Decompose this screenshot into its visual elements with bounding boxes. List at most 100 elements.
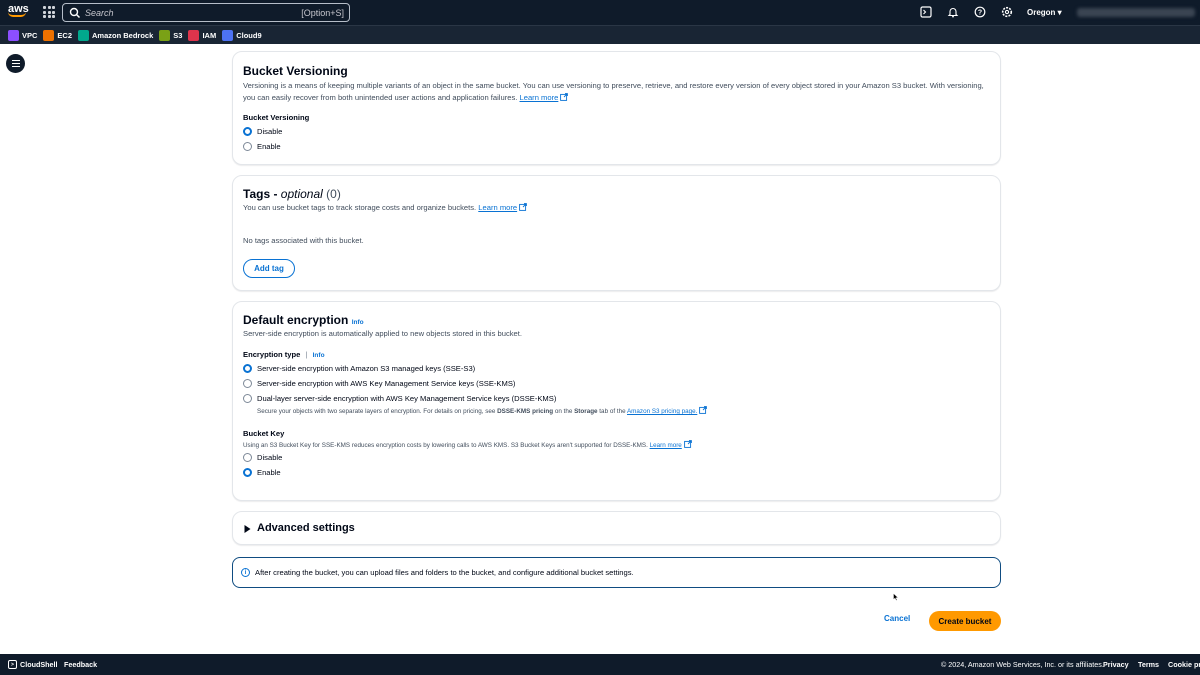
bucket-versioning-panel: Bucket Versioning Versioning is a means … (232, 51, 1001, 165)
desc-text: you can easily recover from both uninten… (243, 93, 518, 102)
radio-label: Dual-layer server-side encryption with A… (257, 394, 557, 403)
iam-icon (188, 29, 200, 41)
cloudshell-label: CloudShell (20, 660, 58, 669)
cloudshell-icon: > (8, 660, 17, 669)
bucket-key-label: Bucket Key (243, 429, 285, 438)
search-shortcut: [Option+S] (301, 7, 344, 18)
search-input[interactable]: Search [Option+S] (62, 3, 350, 22)
tags-title: Tags - optional (0) (243, 187, 341, 201)
versioning-title: Bucket Versioning (243, 64, 348, 78)
versioning-enable-radio[interactable]: Enable (243, 142, 281, 151)
learn-more-link[interactable]: Learn more (650, 442, 682, 449)
add-tag-button[interactable]: Add tag (243, 259, 295, 278)
sub-bold: Storage (574, 408, 598, 415)
dsse-kms-radio[interactable]: Dual-layer server-side encryption with A… (243, 394, 556, 403)
tags-title-text: Tags - (243, 187, 281, 201)
favorite-label: VPC (22, 30, 38, 40)
info-link[interactable]: Info (352, 319, 364, 326)
radio-label: Server-side encryption with AWS Key Mana… (257, 379, 516, 388)
vpc-icon (8, 29, 19, 41)
bell-icon[interactable] (947, 6, 959, 18)
favorite-bedrock[interactable]: Amazon Bedrock (78, 29, 154, 41)
radio-unselected[interactable] (243, 142, 252, 151)
dsse-kms-description: Secure your objects with two separate la… (257, 406, 708, 415)
cloud9-icon (222, 29, 234, 41)
radio-selected[interactable] (243, 364, 252, 373)
pricing-page-link[interactable]: Amazon S3 pricing page. (627, 408, 697, 415)
tags-panel: Tags - optional (0) You can use bucket t… (232, 175, 1001, 291)
learn-more-link[interactable]: Learn more (520, 93, 559, 102)
cookie-preferences-link[interactable]: Cookie pre (1168, 660, 1200, 669)
feedback-link[interactable]: Feedback (64, 660, 97, 669)
info-link[interactable]: Info (313, 352, 325, 359)
advanced-settings-expander[interactable]: Advanced settings (232, 511, 1001, 545)
sub-text: Secure your objects with two separate la… (257, 408, 498, 415)
desc-text: Versioning is a means of keeping multipl… (243, 81, 984, 90)
search-icon (69, 7, 81, 18)
terms-link[interactable]: Terms (1138, 660, 1159, 669)
cloudshell-icon[interactable] (920, 6, 932, 18)
gear-icon[interactable] (1001, 6, 1013, 18)
favorite-label: IAM (202, 30, 217, 40)
label-text: Encryption type (243, 350, 301, 359)
tags-description: You can use bucket tags to track storage… (243, 202, 527, 214)
info-alert: i After creating the bucket, you can upl… (232, 557, 1001, 588)
sse-s3-radio[interactable]: Server-side encryption with Amazon S3 ma… (243, 364, 475, 373)
bucket-key-enable-radio[interactable]: Enable (243, 468, 281, 477)
radio-unselected[interactable] (243, 453, 252, 462)
tags-optional: optional (280, 187, 323, 201)
no-tags-text: No tags associated with this bucket. (243, 236, 364, 245)
radio-selected[interactable] (243, 468, 252, 477)
radio-unselected[interactable] (243, 394, 252, 403)
privacy-link[interactable]: Privacy (1103, 660, 1129, 669)
desc-text: You can use bucket tags to track storage… (243, 203, 477, 212)
sub-text: Using an S3 Bucket Key for SSE-KMS reduc… (243, 442, 648, 449)
info-icon: i (241, 568, 250, 577)
cloudshell-button[interactable]: > CloudShell (8, 660, 58, 669)
top-navigation: aws Search [Option+S] ? Oregon ▾ (0, 0, 1200, 25)
favorite-cloud9[interactable]: Cloud9 (222, 29, 262, 41)
account-menu[interactable] (1077, 8, 1195, 17)
favorite-label: S3 (173, 30, 183, 40)
sub-text: on the (553, 408, 575, 415)
sse-kms-radio[interactable]: Server-side encryption with AWS Key Mana… (243, 379, 515, 388)
help-icon[interactable]: ? (974, 6, 986, 18)
favorites-bar: VPC EC2 Amazon Bedrock S3 IAM Cloud9 (0, 25, 1200, 44)
favorite-ec2[interactable]: EC2 (43, 29, 72, 41)
favorite-iam[interactable]: IAM (188, 29, 217, 41)
favorite-label: Amazon Bedrock (92, 30, 154, 40)
encryption-type-label: Encryption type | Info (243, 350, 325, 359)
services-grid-icon[interactable] (43, 6, 55, 18)
tags-count: (0) (322, 187, 341, 201)
radio-label: Disable (257, 127, 283, 136)
radio-unselected[interactable] (243, 379, 252, 388)
ec2-icon (43, 29, 55, 41)
hamburger-menu-icon[interactable] (6, 54, 25, 73)
radio-selected[interactable] (243, 127, 252, 136)
region-selector[interactable]: Oregon ▾ (1027, 8, 1062, 17)
copyright-text: © 2024, Amazon Web Services, Inc. or its… (941, 660, 1104, 669)
s3-icon (159, 29, 171, 41)
radio-label: Server-side encryption with Amazon S3 ma… (257, 364, 476, 373)
sub-text: tab of the (597, 408, 627, 415)
search-placeholder: Search (85, 7, 114, 18)
alert-text: After creating the bucket, you can uploa… (255, 568, 634, 577)
favorite-vpc[interactable]: VPC (8, 29, 38, 41)
learn-more-link[interactable]: Learn more (478, 203, 517, 212)
versioning-field-label: Bucket Versioning (243, 113, 310, 122)
footer: > CloudShell Feedback © 2024, Amazon Web … (0, 654, 1200, 675)
external-link-icon (699, 406, 708, 414)
external-link-icon (683, 440, 692, 448)
favorite-s3[interactable]: S3 (159, 29, 183, 41)
encryption-title: Default encryption Info (243, 313, 364, 327)
versioning-disable-radio[interactable]: Disable (243, 127, 282, 136)
versioning-description: Versioning is a means of keeping multipl… (243, 80, 993, 104)
aws-logo[interactable]: aws (8, 4, 30, 21)
bucket-key-disable-radio[interactable]: Disable (243, 453, 282, 462)
create-bucket-button[interactable]: Create bucket (929, 611, 1001, 631)
favorite-label: Cloud9 (236, 30, 262, 40)
bucket-key-description: Using an S3 Bucket Key for SSE-KMS reduc… (243, 440, 692, 449)
external-link-icon (519, 203, 527, 211)
cancel-button[interactable]: Cancel (884, 614, 910, 623)
bedrock-icon (78, 29, 90, 41)
